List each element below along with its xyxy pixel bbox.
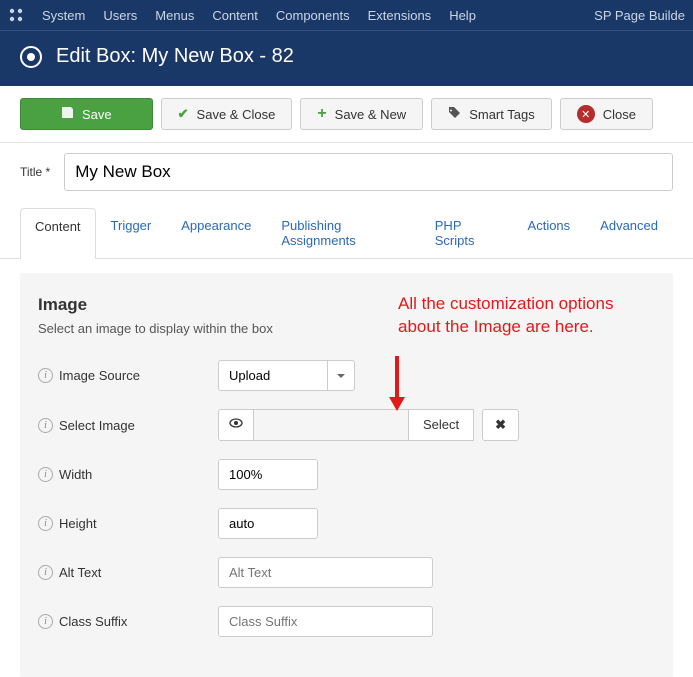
menu-content[interactable]: Content [212, 8, 258, 23]
close-label: Close [603, 107, 636, 122]
tab-appearance[interactable]: Appearance [166, 207, 266, 258]
page-header: Edit Box: My New Box - 82 [0, 30, 693, 86]
info-icon[interactable]: i [38, 516, 53, 531]
image-source-select[interactable] [218, 360, 328, 391]
field-height: i Height [38, 508, 655, 539]
save-icon [61, 106, 74, 122]
height-label: Height [59, 516, 97, 531]
info-icon[interactable]: i [38, 614, 53, 629]
save-close-button[interactable]: ✔ Save & Close [161, 98, 293, 130]
close-button[interactable]: ✕ Close [560, 98, 653, 130]
field-class-suffix: i Class Suffix [38, 606, 655, 637]
class-suffix-label: Class Suffix [59, 614, 127, 629]
menu-users[interactable]: Users [103, 8, 137, 23]
class-suffix-input[interactable] [218, 606, 433, 637]
title-input[interactable] [64, 153, 673, 191]
info-icon[interactable]: i [38, 565, 53, 580]
eye-icon [229, 417, 243, 429]
chevron-down-icon[interactable] [328, 360, 355, 391]
tab-actions[interactable]: Actions [513, 207, 586, 258]
page-title: Edit Box: My New Box - 82 [56, 45, 294, 68]
tab-php-scripts[interactable]: PHP Scripts [420, 207, 513, 258]
save-label: Save [82, 107, 112, 122]
content-panel: Image Select an image to display within … [20, 273, 673, 677]
preview-button[interactable] [218, 409, 254, 441]
sp-page-builder-link[interactable]: SP Page Builde [594, 8, 685, 23]
close-icon: ✕ [577, 105, 595, 123]
menu-menus[interactable]: Menus [155, 8, 194, 23]
info-icon[interactable]: i [38, 368, 53, 383]
field-select-image: i Select Image Select ✖ [38, 409, 655, 441]
width-input[interactable] [218, 459, 318, 490]
tab-content[interactable]: Content [20, 208, 96, 259]
clear-image-button[interactable]: ✖ [482, 409, 519, 441]
annotation-arrow-icon [382, 353, 412, 416]
target-icon [20, 46, 42, 68]
smart-tags-label: Smart Tags [469, 107, 535, 122]
menu-help[interactable]: Help [449, 8, 476, 23]
tab-publishing[interactable]: Publishing Assignments [266, 207, 419, 258]
save-close-label: Save & Close [197, 107, 276, 122]
field-width: i Width [38, 459, 655, 490]
alt-text-label: Alt Text [59, 565, 101, 580]
check-icon: ✔ [178, 106, 189, 122]
smart-tags-button[interactable]: Smart Tags [431, 98, 552, 130]
annotation-text: All the customization options about the … [398, 293, 613, 339]
info-icon[interactable]: i [38, 418, 53, 433]
save-new-label: Save & New [335, 107, 407, 122]
plus-icon: + [317, 105, 326, 123]
menu-components[interactable]: Components [276, 8, 350, 23]
top-menu: System Users Menus Content Components Ex… [0, 0, 693, 30]
menu-system[interactable]: System [42, 8, 85, 23]
title-row: Title * [0, 143, 693, 207]
select-image-button[interactable]: Select [409, 409, 474, 441]
alt-text-input[interactable] [218, 557, 433, 588]
tab-advanced[interactable]: Advanced [585, 207, 673, 258]
select-image-label: Select Image [59, 418, 135, 433]
menu-extensions[interactable]: Extensions [368, 8, 432, 23]
field-alt-text: i Alt Text [38, 557, 655, 588]
tag-icon [448, 106, 461, 122]
height-input[interactable] [218, 508, 318, 539]
tabs: Content Trigger Appearance Publishing As… [0, 207, 693, 259]
title-label: Title * [20, 165, 50, 179]
save-new-button[interactable]: + Save & New [300, 98, 423, 130]
tab-trigger[interactable]: Trigger [96, 207, 167, 258]
field-image-source: i Image Source [38, 360, 655, 391]
info-icon[interactable]: i [38, 467, 53, 482]
image-source-label: Image Source [59, 368, 140, 383]
save-button[interactable]: Save [20, 98, 153, 130]
toolbar: Save ✔ Save & Close + Save & New Smart T… [0, 86, 693, 143]
joomla-logo-icon [8, 7, 24, 23]
width-label: Width [59, 467, 92, 482]
